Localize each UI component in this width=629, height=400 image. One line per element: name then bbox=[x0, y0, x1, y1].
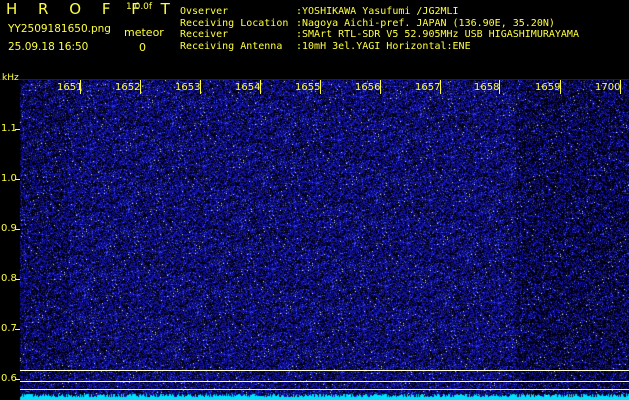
info-value: :10mH 3el.YAGI Horizontal:ENE bbox=[296, 40, 471, 52]
meteor-count: 0 bbox=[139, 41, 146, 54]
time-label: 1653 bbox=[175, 82, 201, 93]
info-row-location: Receiving Location :Nagoya Aichi-pref. J… bbox=[180, 18, 579, 30]
info-value: :Nagoya Aichi-pref. JAPAN (136.90E, 35.2… bbox=[296, 17, 555, 29]
freq-tick bbox=[15, 179, 20, 180]
meteor-label: meteor bbox=[124, 26, 164, 39]
info-label: Receiving Location bbox=[180, 17, 289, 29]
time-tick bbox=[140, 80, 141, 94]
time-label: 1655 bbox=[295, 82, 321, 93]
freq-tick bbox=[15, 129, 20, 130]
station-info: Ovserver :YOSHIKAWA Yasufumi /JG2MLI Rec… bbox=[180, 6, 579, 52]
time-tick bbox=[200, 80, 201, 94]
spectrogram-canvas bbox=[0, 80, 629, 400]
info-row-receiver: Receiver :SMArt RTL-SDR V5 52.905MHz USB… bbox=[180, 29, 579, 41]
time-label: 1658 bbox=[474, 82, 500, 93]
file-name: YY2509181650.png bbox=[8, 23, 111, 35]
time-tick bbox=[320, 80, 321, 94]
info-value: :SMArt RTL-SDR V5 52.905MHz USB HIGASHIM… bbox=[296, 29, 579, 40]
time-label: 1654 bbox=[235, 82, 261, 93]
time-label: 1651 bbox=[57, 82, 83, 93]
time-tick bbox=[440, 80, 441, 94]
time-tick bbox=[260, 80, 261, 94]
reference-line bbox=[20, 389, 629, 390]
info-row-observer: Ovserver :YOSHIKAWA Yasufumi /JG2MLI bbox=[180, 6, 579, 18]
freq-tick bbox=[15, 379, 20, 380]
time-tick bbox=[620, 80, 621, 94]
info-row-antenna: Receiving Antenna :10mH 3el.YAGI Horizon… bbox=[180, 41, 579, 53]
time-label: 1700 bbox=[595, 82, 621, 93]
app-version: 1.0.0f bbox=[126, 2, 153, 12]
freq-tick bbox=[15, 329, 20, 330]
info-label: Receiving Antenna bbox=[180, 40, 283, 52]
info-label: Receiver bbox=[180, 29, 229, 40]
plot-top-border bbox=[0, 79, 629, 80]
info-label: Ovserver bbox=[180, 6, 229, 17]
time-label: 1657 bbox=[415, 82, 441, 93]
time-label: 1652 bbox=[115, 82, 141, 93]
y-axis-unit: kHz bbox=[2, 73, 19, 83]
capture-datetime: 25.09.18 16:50 bbox=[8, 41, 89, 53]
reference-line bbox=[20, 381, 629, 382]
time-tick bbox=[380, 80, 381, 94]
time-tick bbox=[80, 80, 81, 94]
info-value: :YOSHIKAWA Yasufumi /JG2MLI bbox=[296, 6, 459, 17]
freq-tick bbox=[15, 229, 20, 230]
time-tick bbox=[560, 80, 561, 94]
time-label: 1656 bbox=[355, 82, 381, 93]
freq-tick bbox=[15, 279, 20, 280]
time-label: 1659 bbox=[535, 82, 561, 93]
time-tick bbox=[499, 80, 500, 94]
reference-line bbox=[20, 370, 629, 371]
